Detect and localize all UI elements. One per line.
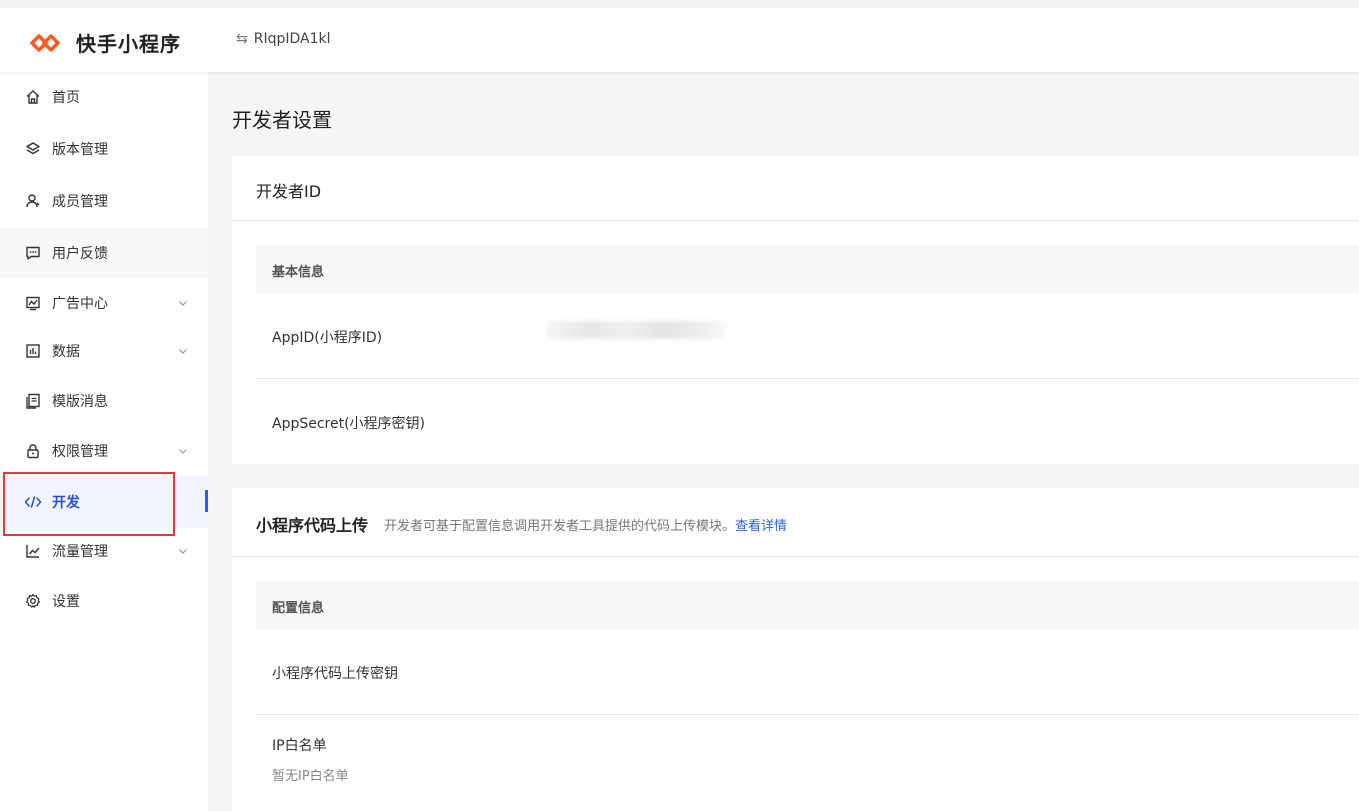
page-title: 开发者设置: [232, 108, 332, 132]
app-switcher[interactable]: ⇆ RIqpIDA1kl: [236, 31, 331, 47]
row-label: 小程序代码上传密钥: [272, 666, 398, 682]
sidebar-item-label: 模版消息: [52, 394, 108, 410]
sidebar-item-members[interactable]: 成员管理: [0, 176, 208, 226]
section-title: 基本信息: [272, 265, 325, 280]
kuaishou-logo-icon: [30, 33, 60, 52]
sidebar-item-label: 权限管理: [52, 444, 108, 460]
description-text: 开发者可基于配置信息调用开发者工具提供的代码上传模块。: [384, 519, 736, 534]
card-header: 小程序代码上传 开发者可基于配置信息调用开发者工具提供的代码上传模块。查看详情: [232, 488, 1359, 557]
masked-value: [546, 321, 726, 339]
code-icon: [24, 493, 42, 511]
row-label: AppSecret(小程序密钥): [272, 416, 426, 432]
sidebar-item-versions[interactable]: 版本管理: [0, 124, 208, 174]
logo[interactable]: 快手小程序: [28, 28, 181, 57]
brand-name: 快手小程序: [76, 32, 181, 56]
switch-arrows-icon: ⇆: [236, 31, 248, 47]
sidebar-item-data[interactable]: 数据: [0, 326, 208, 376]
home-icon: [24, 88, 42, 106]
ad-icon: [24, 294, 42, 312]
sidebar-item-label: 成员管理: [52, 194, 108, 210]
sidebar-item-label: 版本管理: [52, 142, 108, 158]
code-upload-card: 小程序代码上传 开发者可基于配置信息调用开发者工具提供的代码上传模块。查看详情 …: [232, 488, 1359, 811]
main-content: 开发者设置 开发者ID 基本信息 AppID(小程序ID) AppSecret(…: [208, 72, 1359, 811]
lock-icon: [24, 442, 42, 460]
section-header: 基本信息: [256, 245, 1359, 293]
sidebar-item-templates[interactable]: 模版消息: [0, 376, 208, 426]
sidebar-item-label: 用户反馈: [52, 246, 108, 262]
row-label: AppID(小程序ID): [272, 330, 383, 346]
sidebar-item-label: 数据: [52, 344, 80, 360]
appid-row: AppID(小程序ID): [256, 293, 1359, 379]
user-icon: [24, 192, 42, 210]
ip-whitelist-row: IP白名单 暂无IP白名单: [256, 715, 1359, 811]
sidebar-item-label: 流量管理: [52, 544, 108, 560]
chevron-down-icon: [179, 449, 187, 454]
sidebar-item-label: 设置: [52, 594, 80, 610]
sidebar-item-label: 开发: [52, 495, 80, 511]
card-header: 开发者ID: [232, 156, 1359, 221]
bar-chart-icon: [24, 342, 42, 360]
empty-hint: 暂无IP白名单: [272, 769, 349, 784]
sidebar-item-label: 广告中心: [52, 296, 108, 312]
card-title: 开发者ID: [256, 182, 322, 201]
appsecret-row: AppSecret(小程序密钥): [256, 379, 1359, 464]
template-icon: [24, 392, 42, 410]
chevron-down-icon: [179, 549, 187, 554]
row-label: IP白名单: [272, 738, 327, 754]
sidebar-item-ad-center[interactable]: 广告中心: [0, 278, 208, 328]
message-icon: [24, 244, 42, 262]
developer-id-card: 开发者ID 基本信息 AppID(小程序ID) AppSecret(小程序密钥): [232, 156, 1359, 464]
sidebar-item-permissions[interactable]: 权限管理: [0, 426, 208, 476]
sidebar-item-traffic[interactable]: 流量管理: [0, 526, 208, 576]
sidebar-item-home[interactable]: 首页: [0, 72, 208, 122]
app-switcher-label: RIqpIDA1kl: [253, 31, 331, 47]
card-title: 小程序代码上传: [256, 516, 369, 535]
sidebar-item-feedback[interactable]: 用户反馈: [0, 228, 208, 278]
sidebar-item-settings[interactable]: 设置: [0, 576, 208, 626]
section-title: 配置信息: [272, 601, 325, 616]
trend-icon: [24, 542, 42, 560]
section-header: 配置信息: [256, 581, 1359, 629]
view-details-link[interactable]: 查看详情: [735, 519, 787, 534]
card-description: 开发者可基于配置信息调用开发者工具提供的代码上传模块。查看详情: [384, 515, 787, 534]
layers-icon: [24, 140, 42, 158]
gear-icon: [24, 592, 42, 610]
sidebar-item-label: 首页: [52, 90, 80, 106]
upload-key-row: 小程序代码上传密钥: [256, 629, 1359, 715]
sidebar-item-develop[interactable]: 开发: [0, 476, 208, 528]
sidebar: 首页 版本管理 成员管理 用户反馈 广告中心 数据 模版消息 权限管理 开发 流…: [0, 72, 208, 811]
chevron-down-icon: [179, 349, 187, 354]
chevron-down-icon: [179, 301, 187, 306]
top-bar: 快手小程序 ⇆ RIqpIDA1kl: [0, 0, 1359, 72]
